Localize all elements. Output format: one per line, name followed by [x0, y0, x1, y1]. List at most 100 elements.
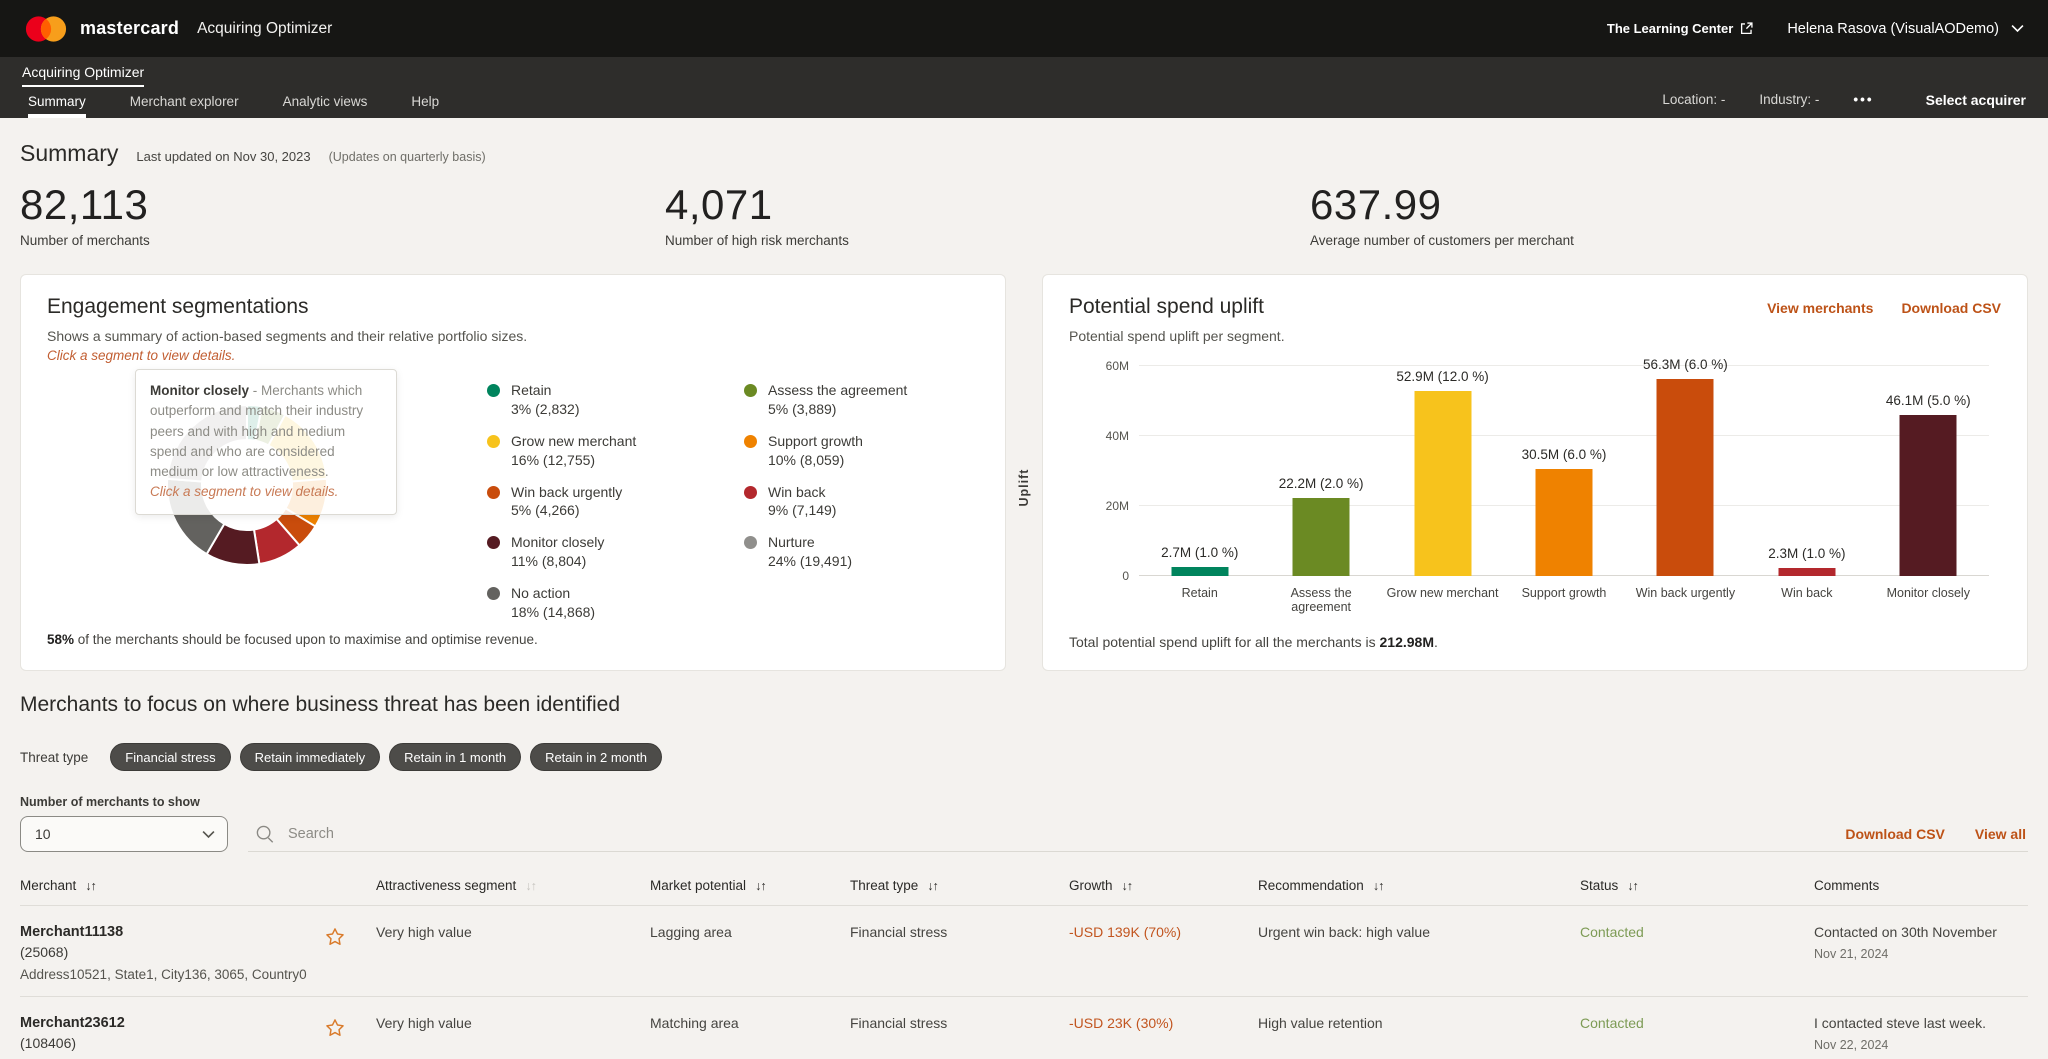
legend-label: No action — [511, 584, 595, 603]
bar-column: 52.9M (12.0 %) — [1382, 366, 1503, 576]
merchant-cell: Merchant23612(108406)State11, City3917, … — [20, 1011, 320, 1059]
column-label: Growth — [1069, 878, 1113, 893]
legend-item[interactable]: Assess the agreement5% (3,889) — [744, 381, 979, 419]
column-header-growth[interactable]: Growth↓↑ — [1069, 878, 1254, 893]
bar-segment[interactable] — [1293, 498, 1350, 576]
star-icon — [324, 1027, 346, 1042]
merchant-count-select[interactable]: 10 — [20, 816, 228, 852]
product-tab[interactable]: Acquiring Optimizer — [22, 64, 144, 87]
external-link-icon — [1740, 22, 1753, 35]
bar-chart-plot: 020M40M60M2.7M (1.0 %)22.2M (2.0 %)52.9M… — [1139, 366, 1989, 576]
column-header-merchant[interactable]: Merchant↓↑ — [20, 878, 320, 893]
bar-segment[interactable] — [1657, 379, 1714, 576]
column-header-status[interactable]: Status↓↑ — [1580, 878, 1810, 893]
recommendation-cell: Urgent win back: high value — [1258, 920, 1576, 982]
search-input[interactable] — [288, 826, 2022, 842]
bar-segment[interactable] — [1171, 567, 1228, 576]
merchant-count-label: Number of merchants to show — [20, 795, 228, 809]
stat-value: 82,113 — [20, 181, 665, 229]
legend-text: No action18% (14,868) — [511, 584, 595, 622]
recommendation-cell: High value retention — [1258, 1011, 1576, 1059]
y-tick-label: 20M — [1106, 499, 1129, 513]
bar-column: 30.5M (6.0 %) — [1503, 366, 1624, 576]
table-links: Download CSV View all — [1845, 826, 2026, 842]
comment-date: Nov 21, 2024 — [1814, 947, 2028, 961]
segment-legend: Retain3% (2,832) Grow new merchant16% (12… — [487, 381, 979, 622]
favorite-star-button[interactable] — [324, 926, 346, 951]
column-label: Recommendation — [1258, 878, 1364, 893]
learning-center-link[interactable]: The Learning Center — [1607, 21, 1753, 36]
sort-icon: ↓↑ — [927, 879, 938, 893]
merchant-id: (25068) — [20, 944, 320, 960]
nav-filters: Location: - Industry: - ••• Select acqui… — [1662, 87, 2026, 118]
legend-text: Win back urgently5% (4,266) — [511, 483, 622, 521]
tab-summary[interactable]: Summary — [28, 87, 86, 118]
total-value: 212.98M — [1380, 634, 1434, 650]
legend-item[interactable]: No action18% (14,868) — [487, 584, 708, 622]
comment-text: I contacted steve last week. — [1814, 1015, 2028, 1031]
legend-value: 3% (2,832) — [511, 400, 579, 419]
threat-chip[interactable]: Financial stress — [110, 743, 230, 771]
stat-avg-customers: 637.99 Average number of customers per m… — [1310, 181, 2028, 248]
threat-chip[interactable]: Retain in 1 month — [389, 743, 521, 771]
legend-item[interactable]: Win back urgently5% (4,266) — [487, 483, 708, 521]
stat-label: Average number of customers per merchant — [1310, 233, 2028, 248]
column-header-comments: Comments — [1814, 878, 2028, 893]
legend-text: Retain3% (2,832) — [511, 381, 579, 419]
table-header-row: Merchant↓↑ Attractiveness segment↓↑ Market… — [20, 868, 2028, 905]
brand-name: mastercard — [80, 18, 179, 39]
legend-item[interactable]: Grow new merchant16% (12,755) — [487, 432, 708, 470]
threat-chip[interactable]: Retain immediately — [240, 743, 381, 771]
table-download-csv-link[interactable]: Download CSV — [1845, 826, 1945, 842]
column-header-attractiveness-segment[interactable]: Attractiveness segment↓↑ — [376, 878, 646, 893]
legend-item[interactable]: Win back9% (7,149) — [744, 483, 979, 521]
legend-text: Grow new merchant16% (12,755) — [511, 432, 636, 470]
sort-icon: ↓↑ — [85, 879, 96, 893]
threat-chip[interactable]: Retain in 2 month — [530, 743, 662, 771]
tab-help[interactable]: Help — [411, 87, 439, 118]
legend-item[interactable]: Support growth10% (8,059) — [744, 432, 979, 470]
merchant-name[interactable]: Merchant23612 — [20, 1015, 320, 1031]
bar-segment[interactable] — [1778, 568, 1835, 576]
bar-segment[interactable] — [1414, 391, 1471, 576]
engagement-cta-link[interactable]: Click a segment to view details. — [47, 348, 235, 363]
stat-high-risk: 4,071 Number of high risk merchants — [665, 181, 1310, 248]
legend-dot-icon — [487, 435, 500, 448]
merchant-id: (108406) — [20, 1035, 320, 1051]
learning-center-label: The Learning Center — [1607, 21, 1733, 36]
overflow-menu-button[interactable]: ••• — [1853, 92, 1873, 107]
status-badge: Contacted — [1580, 1011, 1810, 1059]
legend-value: 18% (14,868) — [511, 603, 595, 622]
view-all-link[interactable]: View all — [1975, 826, 2026, 842]
tab-analytic-views[interactable]: Analytic views — [283, 87, 368, 118]
legend-item[interactable]: Monitor closely11% (8,804) — [487, 533, 708, 571]
column-header-market-potential[interactable]: Market potential↓↑ — [650, 878, 846, 893]
engagement-description: Shows a summary of action-based segments… — [47, 328, 979, 344]
summary-header: Summary Last updated on Nov 30, 2023 (Up… — [20, 140, 2028, 167]
legend-item[interactable]: Nurture24% (19,491) — [744, 533, 979, 571]
user-menu[interactable]: Helena Rasova (VisualAODemo) — [1787, 21, 2024, 37]
favorite-star-button[interactable] — [324, 1017, 346, 1042]
column-header-threat-type[interactable]: Threat type↓↑ — [850, 878, 1065, 893]
legend-label: Win back urgently — [511, 483, 622, 502]
legend-value: 9% (7,149) — [768, 501, 836, 520]
mastercard-logo-icon — [24, 15, 68, 43]
column-header-recommendation[interactable]: Recommendation↓↑ — [1258, 878, 1576, 893]
legend-dot-icon — [487, 384, 500, 397]
y-tick-label: 0 — [1122, 569, 1129, 583]
legend-item[interactable]: Retain3% (2,832) — [487, 381, 708, 419]
download-csv-link[interactable]: Download CSV — [1901, 300, 2001, 316]
bar-value-label: 2.7M (1.0 %) — [1161, 545, 1238, 560]
topbar-right: The Learning Center Helena Rasova (Visua… — [1607, 21, 2024, 37]
view-merchants-link[interactable]: View merchants — [1767, 300, 1873, 316]
threat-type-label: Threat type — [20, 750, 88, 765]
legend-value: 5% (4,266) — [511, 501, 622, 520]
comments-cell: I contacted steve last week.Nov 22, 2024 — [1814, 1011, 2028, 1059]
merchants-table: Merchant↓↑ Attractiveness segment↓↑ Market… — [20, 868, 2028, 1059]
bar-segment[interactable] — [1535, 469, 1592, 576]
select-acquirer-button[interactable]: Select acquirer — [1926, 92, 2026, 108]
tab-merchant-explorer[interactable]: Merchant explorer — [130, 87, 239, 118]
bar-segment[interactable] — [1900, 415, 1957, 576]
merchant-name[interactable]: Merchant11138 — [20, 924, 320, 940]
summary-stats: 82,113 Number of merchants 4,071 Number … — [20, 181, 2028, 248]
